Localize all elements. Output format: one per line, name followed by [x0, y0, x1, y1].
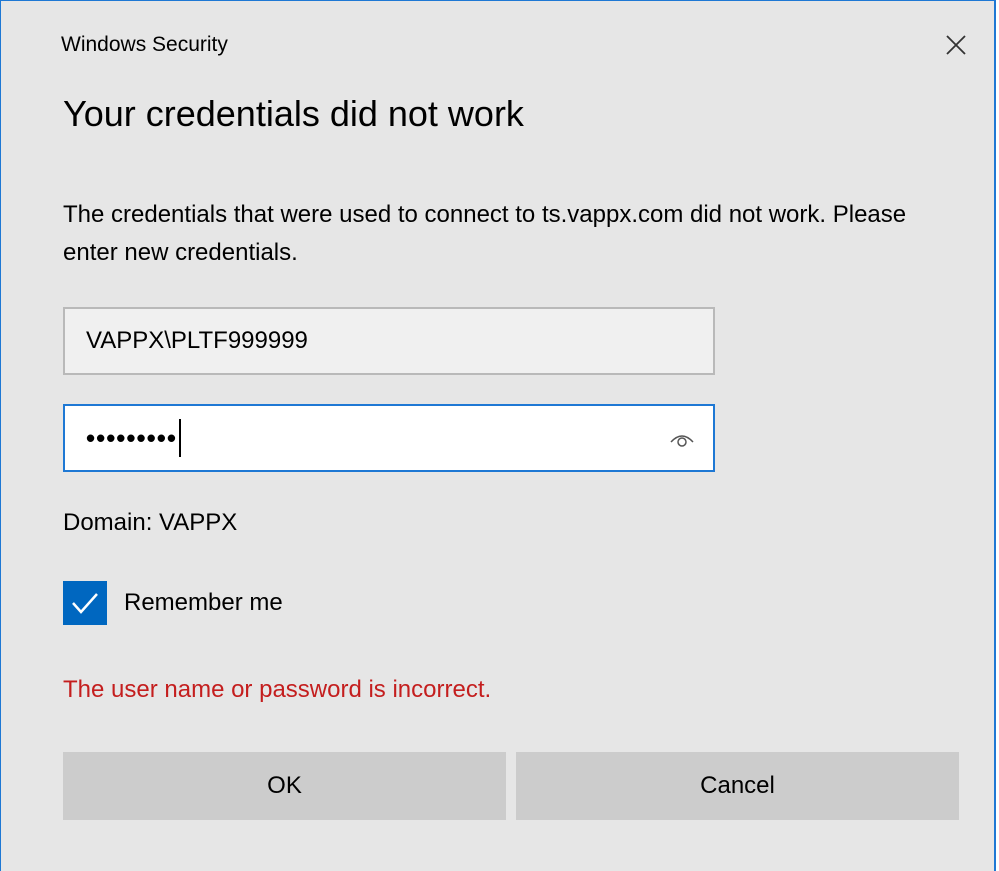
close-icon [946, 35, 966, 55]
username-field[interactable]: VAPPX\PLTF999999 [63, 307, 715, 375]
ok-button[interactable]: OK [63, 752, 506, 820]
remember-me-label: Remember me [124, 589, 283, 616]
checkmark-icon [72, 593, 98, 614]
checkbox-box[interactable] [63, 581, 107, 625]
window-title: Windows Security [61, 33, 228, 56]
error-message: The user name or password is incorrect. [63, 676, 492, 703]
dialog-heading: Your credentials did not work [63, 93, 524, 134]
remember-me-checkbox[interactable]: Remember me [63, 581, 283, 625]
close-button[interactable] [936, 25, 976, 65]
eye-icon[interactable] [669, 427, 695, 451]
text-caret [178, 419, 181, 457]
windows-security-dialog: Windows Security Your credentials did no… [0, 0, 996, 871]
dialog-message: The credentials that were used to connec… [63, 201, 907, 266]
password-field[interactable]: ••••••••• [63, 404, 715, 472]
password-masked-value: ••••••••• [86, 422, 177, 453]
username-value: VAPPX\PLTF999999 [86, 327, 308, 354]
cancel-button[interactable]: Cancel [516, 752, 959, 820]
domain-label: Domain: VAPPX [63, 509, 238, 536]
